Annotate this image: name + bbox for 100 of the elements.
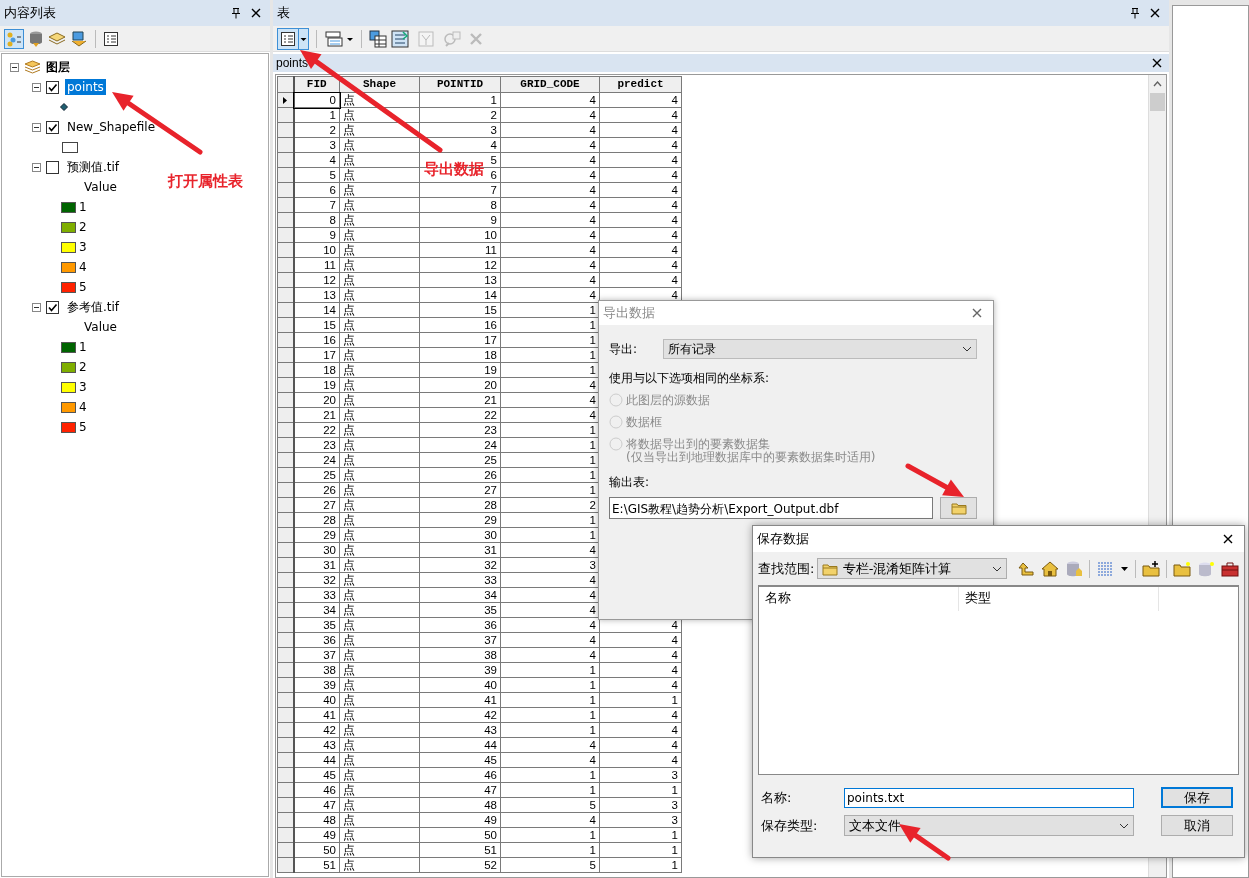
checkbox[interactable] [46, 80, 59, 94]
related-tables-icon[interactable] [324, 28, 354, 49]
row-header[interactable] [277, 482, 294, 498]
folder-icon[interactable] [1173, 559, 1191, 578]
layer-name[interactable]: New_Shapefile [65, 119, 158, 135]
legend-label: 5 [79, 280, 87, 294]
table-options-button[interactable] [277, 27, 309, 50]
table-cell: 点 [339, 362, 420, 378]
row-header[interactable] [277, 452, 294, 468]
column-header[interactable]: predict [599, 76, 682, 93]
column-header[interactable]: 类型 [959, 587, 1159, 611]
row-header[interactable] [277, 632, 294, 648]
column-header[interactable]: FID [293, 76, 340, 93]
legend-label: 4 [79, 260, 87, 274]
annotation-arrow [899, 824, 951, 861]
row-header[interactable] [277, 572, 294, 588]
row-header[interactable] [277, 242, 294, 258]
select-by-attributes-icon[interactable] [369, 29, 387, 48]
table-cell: 40 [293, 692, 340, 708]
layer-name[interactable]: points [65, 79, 106, 95]
home-icon[interactable] [1041, 559, 1059, 578]
pin-icon[interactable] [230, 7, 242, 19]
row-header[interactable] [277, 272, 294, 288]
column-header[interactable]: GRID_CODE [500, 76, 600, 93]
row-header[interactable] [277, 182, 294, 198]
row-header[interactable] [277, 332, 294, 348]
row-header[interactable] [277, 722, 294, 738]
checkbox[interactable] [46, 300, 59, 314]
row-header[interactable] [277, 392, 294, 408]
panel-title: 内容列表 [4, 4, 56, 22]
column-header[interactable]: 名称 [759, 587, 959, 611]
layer-name[interactable]: 参考值.tif [65, 297, 122, 317]
table-cell: 点 [339, 377, 420, 393]
checkbox[interactable] [46, 160, 59, 174]
table-cell: 5 [500, 797, 600, 813]
file-type-dropdown[interactable]: 文本文件 [844, 815, 1134, 836]
collapse-icon[interactable] [32, 82, 41, 92]
row-header[interactable] [277, 302, 294, 318]
file-name-field[interactable]: points.txt [844, 787, 1134, 808]
column-header[interactable]: POINTID [419, 76, 501, 93]
scroll-thumb[interactable] [1150, 93, 1165, 111]
collapse-icon[interactable] [32, 122, 41, 132]
table-cell: 点 [339, 557, 420, 573]
row-header[interactable] [277, 122, 294, 138]
table-cell: 17 [293, 347, 340, 363]
table-cell: 点 [339, 212, 420, 228]
row-header[interactable] [277, 692, 294, 708]
close-icon[interactable] [1151, 57, 1163, 69]
dialog-button[interactable]: 保存 [1161, 787, 1233, 808]
panel-title: 表 [277, 4, 290, 22]
table-cell: 点 [339, 137, 420, 153]
table-cell: 26 [293, 482, 340, 498]
row-header[interactable] [277, 752, 294, 768]
row-header[interactable] [277, 512, 294, 528]
table-cell: 42 [419, 707, 501, 723]
table-cell: 点 [339, 737, 420, 753]
database-icon[interactable] [28, 29, 44, 48]
checkbox[interactable] [46, 120, 59, 134]
table-cell: 点 [339, 182, 420, 198]
row-header[interactable] [277, 362, 294, 378]
close-icon[interactable] [250, 7, 262, 19]
new-folder-icon[interactable] [1142, 559, 1160, 578]
row-header[interactable] [277, 92, 294, 108]
table-cell: 24 [293, 452, 340, 468]
collapse-icon[interactable] [32, 302, 41, 312]
row-header[interactable] [277, 662, 294, 678]
row-header[interactable] [277, 212, 294, 228]
export-dropdown[interactable]: 所有记录 [663, 339, 977, 359]
pin-icon[interactable] [1129, 7, 1141, 19]
switch-selection-icon[interactable] [391, 29, 409, 48]
row-header[interactable] [277, 842, 294, 858]
collapse-icon[interactable] [32, 162, 41, 172]
row-header[interactable] [277, 152, 294, 168]
toolbox-icon[interactable] [1221, 559, 1239, 578]
close-icon[interactable] [1222, 533, 1234, 545]
options-icon[interactable] [103, 30, 119, 47]
row-header[interactable] [277, 542, 294, 558]
selection-layer-icon[interactable] [70, 29, 88, 48]
row-header[interactable] [277, 602, 294, 618]
table-cell: 1 [500, 827, 600, 843]
collapse-icon[interactable] [10, 62, 19, 72]
field-label: 查找范围: [758, 559, 815, 578]
table-cell: 6 [293, 182, 340, 198]
layer-name[interactable]: 预测值.tif [65, 157, 122, 177]
row-header[interactable] [277, 782, 294, 798]
row-header[interactable] [277, 422, 294, 438]
table-cell: 4 [500, 257, 600, 273]
table-cell: 48 [293, 812, 340, 828]
table-cell: 39 [419, 662, 501, 678]
look-in-dropdown[interactable]: 专栏-混淆矩阵计算 [816, 558, 1007, 579]
table-cell: 9 [293, 227, 340, 243]
close-icon[interactable] [1149, 7, 1161, 19]
table-cell: 4 [599, 752, 682, 768]
output-path-field[interactable]: E:\GIS教程\趋势分析\Export_Output.dbf [609, 497, 933, 519]
table-tab[interactable]: points [276, 56, 309, 70]
table-cell: 4 [500, 812, 600, 828]
dialog-button[interactable]: 取消 [1161, 815, 1233, 836]
table-cell: 4 [599, 242, 682, 258]
row-header[interactable] [277, 812, 294, 828]
list-by-drawing-order-icon[interactable] [4, 28, 24, 49]
